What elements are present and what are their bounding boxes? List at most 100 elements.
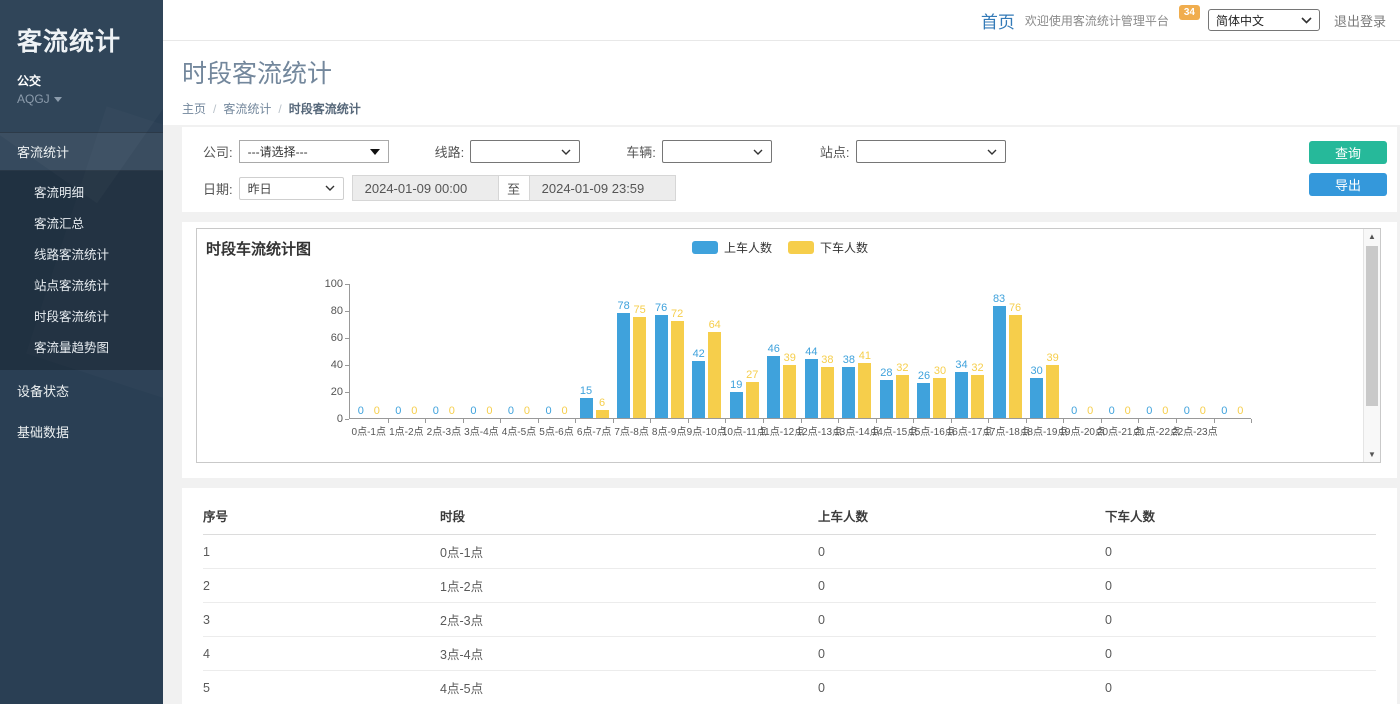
sidebar-item-时段客流统计[interactable]: 时段客流统计 [0,300,163,331]
table-row: 21点-2点00 [203,569,1376,603]
bar-wrapper: 26 [917,283,930,418]
sidebar-item-设备状态[interactable]: 设备状态 [0,370,163,411]
bar-value-label: 75 [633,305,645,316]
x-axis-label: 3点-4点 [464,423,498,438]
date-to-label: 至 [499,175,529,201]
bar-group-21点-22点: 0021点-22点 [1138,283,1176,418]
bar-value-label: 15 [580,386,592,397]
bar-group-2点-3点: 002点-3点 [425,283,463,418]
legend-item-下车人数[interactable]: 下车人数 [788,239,868,256]
station-select[interactable] [856,140,1006,163]
date-from-input[interactable]: 2024-01-09 00:00 [352,175,499,201]
bar-group-17点-18点: 837617点-18点 [988,283,1026,418]
vehicle-select[interactable] [662,140,772,163]
bar-value-label: 42 [693,349,705,360]
breadcrumb-item[interactable]: 客流统计 [223,102,271,116]
bar-value-label: 0 [1237,406,1243,417]
sidebar-item-客流明细[interactable]: 客流明细 [0,176,163,207]
logout-link[interactable]: 退出登录 [1334,11,1386,30]
date-preset-select[interactable]: 昨日 [239,177,344,200]
bar-value-label: 28 [880,368,892,379]
bar-alighting [933,378,946,419]
bar-alighting [633,317,646,418]
table-cell: 0 [1105,637,1376,671]
org-name: 公交 [17,72,146,89]
sidebar-section-passenger-stats[interactable]: 客流统计 [0,132,163,171]
sidebar-item-站点客流统计[interactable]: 站点客流统计 [0,269,163,300]
legend-item-上车人数[interactable]: 上车人数 [692,239,772,256]
legend-swatch-icon [788,241,814,254]
sidebar-submenu: 客流明细客流汇总线路客流统计站点客流统计时段客流统计客流量趋势图 [0,171,163,370]
org-code-dropdown[interactable]: AQGJ [17,92,146,106]
sidebar-extra-items: 设备状态基础数据 [0,370,163,452]
bar-group-20点-21点: 0020点-21点 [1101,283,1139,418]
line-select[interactable] [470,140,580,163]
date-to-input[interactable]: 2024-01-09 23:59 [529,175,676,201]
sidebar-item-客流汇总[interactable]: 客流汇总 [0,207,163,238]
x-axis-label: 6点-7点 [577,423,611,438]
y-axis-tick-label: 80 [313,305,343,317]
date-range-group: 2024-01-09 00:00 至 2024-01-09 23:59 [352,175,676,201]
bar-group-3点-4点: 003点-4点 [463,283,501,418]
home-link[interactable]: 首页 [981,8,1015,33]
bar-value-label: 0 [470,406,476,417]
bar-wrapper: 30 [933,283,946,418]
bar-value-label: 0 [374,406,380,417]
bar-boarding [580,398,593,418]
bar-group-12点-13点: 443812点-13点 [801,283,839,418]
bar-wrapper: 38 [842,283,855,418]
breadcrumb-item[interactable]: 主页 [182,102,206,116]
sidebar-item-线路客流统计[interactable]: 线路客流统计 [0,238,163,269]
bar-wrapper: 0 [467,283,480,418]
bar-value-label: 0 [1221,406,1227,417]
bar-wrapper: 32 [971,283,984,418]
table-cell: 5 [203,671,440,704]
bar-value-label: 72 [671,309,683,320]
bar-alighting [896,375,909,418]
bar-alighting [821,367,834,418]
bar-wrapper: 0 [504,283,517,418]
bar-wrapper: 0 [1105,283,1118,418]
company-select[interactable]: ---请选择--- [239,140,389,163]
scroll-down-arrow-icon[interactable]: ▼ [1364,447,1380,462]
company-select-value: ---请选择--- [248,143,308,160]
bar-alighting [858,363,871,418]
bar-wrapper: 0 [520,283,533,418]
hourly-stats-table: 序号时段上车人数下车人数 10点-1点0021点-2点0032点-3点0043点… [203,496,1376,704]
main-area: 首页 欢迎使用客流统计管理平台 34 简体中文 退出登录 时段客流统计 主页/客… [163,0,1400,704]
bar-boarding [1030,378,1043,419]
export-button[interactable]: 导出 [1309,173,1387,196]
table-cell: 0 [1105,535,1376,569]
bar-wrapper: 46 [767,283,780,418]
bar-group-11点-12点: 463911点-12点 [763,283,801,418]
bar-wrapper: 0 [558,283,571,418]
language-select[interactable]: 简体中文 [1208,9,1320,31]
chart-legend: 上车人数下车人数 [197,239,1363,256]
scroll-up-arrow-icon[interactable]: ▲ [1364,229,1380,244]
bar-wrapper: 0 [354,283,367,418]
topbar: 首页 欢迎使用客流统计管理平台 34 简体中文 退出登录 [163,0,1400,41]
y-axis-tick-label: 40 [313,359,343,371]
scrollbar-thumb[interactable] [1366,246,1378,406]
bar-alighting [971,375,984,418]
bar-value-label: 0 [1184,406,1190,417]
sidebar-item-基础数据[interactable]: 基础数据 [0,411,163,452]
chart-vertical-scrollbar[interactable]: ▲ ▼ [1363,229,1380,462]
bar-value-label: 0 [486,406,492,417]
bar-value-label: 32 [971,363,983,374]
page-title: 时段客流统计 [182,54,1400,90]
bar-wrapper: 38 [821,283,834,418]
table-cell: 4点-5点 [440,671,818,704]
x-axis-label: 0点-1点 [352,423,386,438]
breadcrumb: 主页/客流统计/时段客流统计 [182,100,1400,117]
query-button[interactable]: 查询 [1309,141,1387,164]
bar-group-0点-1点: 000点-1点 [350,283,388,418]
bar-group-6点-7点: 1566点-7点 [575,283,613,418]
bar-wrapper: 15 [580,283,593,418]
bar-wrapper: 0 [1180,283,1193,418]
table-row: 54点-5点00 [203,671,1376,704]
bar-value-label: 83 [993,294,1005,305]
bar-value-label: 34 [955,360,967,371]
bar-group-14点-15点: 283214点-15点 [876,283,914,418]
sidebar-item-客流量趋势图[interactable]: 客流量趋势图 [0,331,163,362]
